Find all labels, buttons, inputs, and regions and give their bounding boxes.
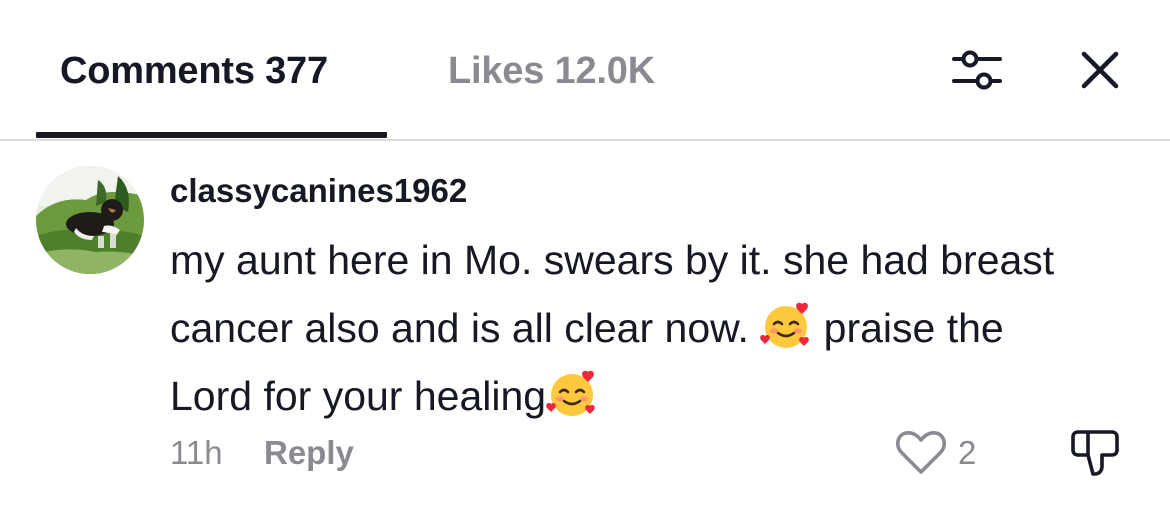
comment-timestamp: 11h [170, 434, 223, 471]
comment-text: my aunt here in Mo. swears by it. she ha… [170, 226, 1070, 430]
smiling-face-with-hearts-emoji [546, 370, 595, 416]
thumbs-down-icon [1071, 430, 1119, 476]
like-button[interactable] [892, 426, 950, 480]
reply-button[interactable]: Reply [264, 434, 354, 472]
like-count: 2 [958, 434, 977, 471]
dislike-button[interactable] [1068, 424, 1126, 482]
avatar[interactable] [36, 166, 144, 274]
smiling-face-with-hearts-emoji [760, 302, 810, 348]
tab-comments[interactable]: Comments 377 [60, 50, 328, 93]
tab-likes[interactable]: Likes 12.0K [448, 50, 655, 93]
active-tab-indicator [36, 132, 387, 138]
heart-icon [896, 431, 946, 474]
comments-header: Comments 377 Likes 12.0K [0, 0, 1170, 140]
close-button[interactable] [1074, 46, 1126, 94]
filter-button[interactable] [948, 46, 1006, 94]
close-icon [1081, 51, 1119, 89]
sliders-icon [952, 50, 1002, 90]
dog-photo-icon [36, 166, 144, 274]
comment-username[interactable]: classycanines1962 [170, 172, 467, 210]
header-divider [0, 139, 1170, 141]
